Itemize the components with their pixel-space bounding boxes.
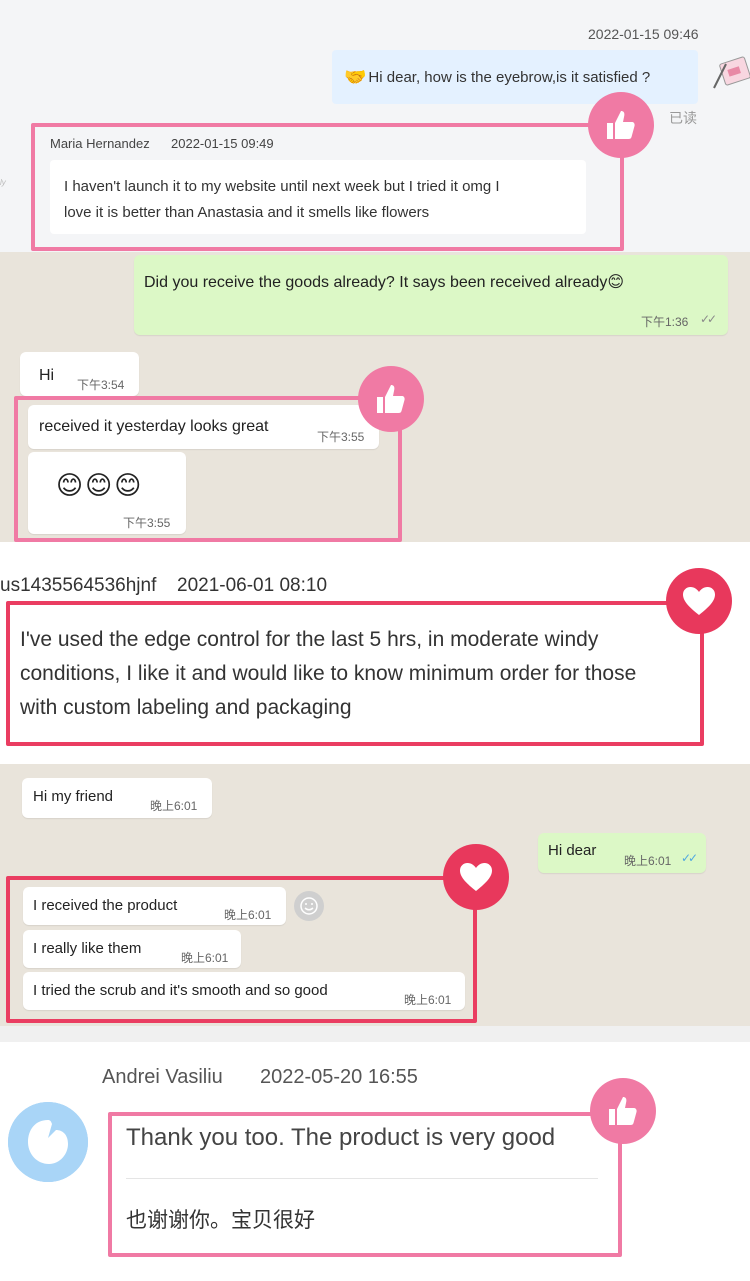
review-section-1: 2022-01-15 09:46 🤝 Hi dear, how is the e…: [0, 0, 750, 252]
review-section-2: us1435564536hjnf 2021-06-01 08:10 I've u…: [0, 542, 750, 764]
reviewer-timestamp: 2022-01-15 09:49: [171, 136, 274, 151]
incoming-time-emoji: 下午3:55: [123, 516, 171, 530]
reviewer-name: Maria Hernandez: [50, 136, 150, 151]
section-divider: [0, 1026, 750, 1042]
outgoing-message-bubble: 🤝 Hi dear, how is the eyebrow,is it sati…: [332, 50, 698, 104]
outgoing-green-time: 下午1:36: [641, 315, 689, 329]
incoming-bubble-emoji: 😊😊😊 下午3:55: [28, 452, 186, 534]
incoming-text-like-them: I really like them: [33, 940, 142, 957]
top-timestamp: 2022-01-15 09:46: [588, 26, 699, 42]
incoming-bubble-hi: Hi 下午3:54: [20, 352, 139, 396]
incoming-bubble-received-product: I received the product 晚上6:01: [23, 887, 286, 925]
heart-icon: [666, 568, 732, 634]
incoming-text-hi: Hi: [39, 367, 55, 384]
read-status: 已读: [669, 110, 697, 126]
review-line-2: conditions, I like it and would like to …: [20, 662, 637, 685]
chat-section-1: Did you receive the goods already? It sa…: [0, 252, 750, 542]
outgoing-green-bubble: Did you receive the goods already? It sa…: [134, 255, 728, 335]
incoming-text-received-product: I received the product: [33, 897, 178, 914]
avatar: [8, 1102, 88, 1182]
emoji-smileys: 😊😊😊: [56, 470, 144, 500]
smiley-icon[interactable]: [294, 891, 324, 921]
reply-bubble: I haven't launch it to my website until …: [50, 160, 586, 234]
incoming-bubble-received: received it yesterday looks great 下午3:55: [28, 405, 379, 449]
reply-line-1: I haven't launch it to my website until …: [64, 178, 500, 195]
incoming-bubble-friend: Hi my friend 晚上6:01: [22, 778, 212, 818]
handshake-icon: 🤝: [344, 66, 367, 87]
outgoing-time-dear: 晚上6:01: [624, 854, 672, 868]
incoming-time-like-them: 晚上6:01: [181, 951, 229, 965]
review-timestamp: 2021-06-01 08:10: [177, 575, 328, 596]
review-line-3: with custom labeling and packaging: [20, 696, 352, 719]
review-timestamp: 2022-05-20 16:55: [260, 1066, 418, 1088]
incoming-text-received: received it yesterday looks great: [39, 418, 269, 435]
outgoing-text-dear: Hi dear: [548, 842, 597, 859]
heart-icon: [443, 844, 509, 910]
thumbs-up-icon: [590, 1078, 656, 1144]
thumbs-up-icon: [358, 366, 424, 432]
outgoing-bubble-dear: Hi dear 晚上6:01 ✓✓: [538, 833, 706, 873]
avatar-icon: [712, 54, 750, 94]
read-ticks-icon: ✓✓: [681, 851, 698, 865]
incoming-text-friend: Hi my friend: [33, 788, 114, 805]
review-text-zh: 也谢谢你。宝贝很好: [126, 1209, 315, 1232]
delivered-ticks-icon: ✓✓: [700, 312, 717, 326]
incoming-time-received-product: 晚上6:01: [224, 908, 272, 922]
incoming-time-received: 下午3:55: [317, 430, 365, 444]
reviewer-username: us1435564536hjnf: [0, 575, 157, 596]
outgoing-green-text: Did you receive the goods already? It sa…: [144, 274, 625, 291]
thumbs-up-icon: [588, 92, 654, 158]
review-line-1: I've used the edge control for the last …: [20, 628, 599, 651]
review-text: I've used the edge control for the last …: [20, 623, 636, 725]
divider-line: [126, 1178, 598, 1179]
reviewer-name: Andrei Vasiliu: [102, 1066, 223, 1088]
review-section-3: Andrei Vasiliu 2022-05-20 16:55 Thank yo…: [0, 1026, 750, 1281]
incoming-bubble-like-them: I really like them 晚上6:01: [23, 930, 241, 968]
incoming-time-scrub: 晚上6:01: [404, 993, 452, 1007]
outgoing-message-text: Hi dear, how is the eyebrow,is it satisf…: [368, 68, 651, 86]
reply-line-2: love it is better than Anastasia and it …: [64, 204, 430, 221]
chat-section-2: Hi my friend 晚上6:01 Hi dear 晚上6:01 ✓✓ I …: [0, 764, 750, 1026]
incoming-time-friend: 晚上6:01: [150, 799, 198, 813]
review-text-en: Thank you too. The product is very good: [126, 1124, 556, 1151]
incoming-bubble-scrub: I tried the scrub and it's smooth and so…: [23, 972, 465, 1010]
incoming-time-hi: 下午3:54: [77, 378, 125, 392]
incoming-text-scrub: I tried the scrub and it's smooth and so…: [33, 982, 328, 999]
faint-watermark: ly: [0, 178, 6, 187]
